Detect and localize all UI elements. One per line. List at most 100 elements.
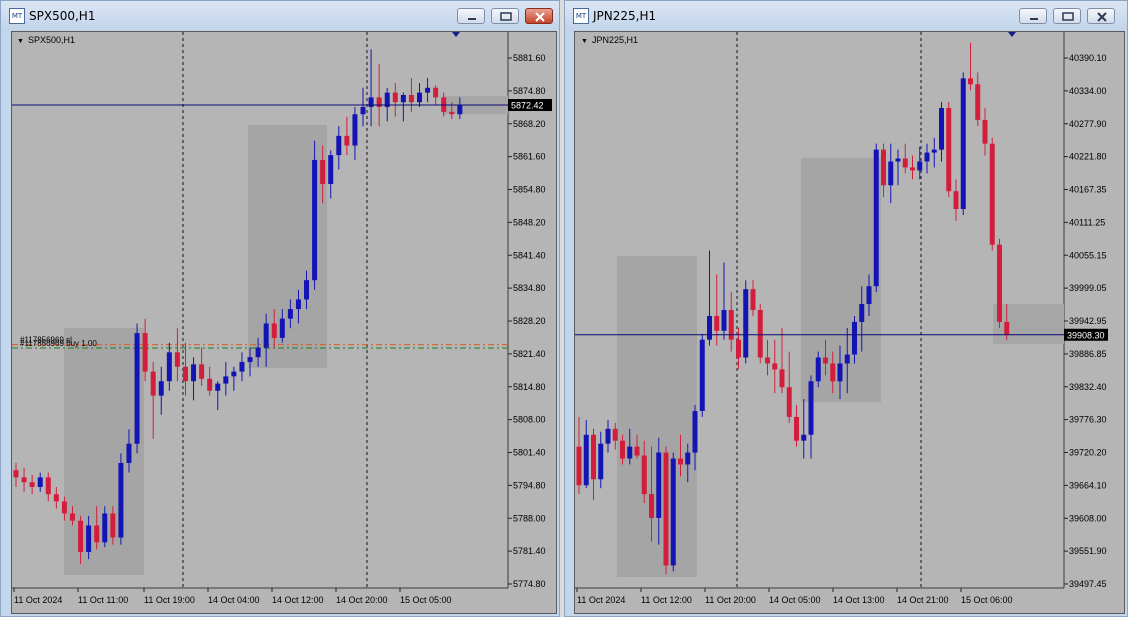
y-tick-label: 5788.00	[513, 513, 546, 523]
window-titlebar[interactable]: MT JPN225,H1	[565, 1, 1127, 31]
y-tick-label: 5781.40	[513, 546, 546, 556]
candle-body	[917, 161, 923, 171]
y-tick-label: 40334.00	[1069, 86, 1107, 96]
x-tick-label: 11 Oct 12:00	[641, 595, 692, 605]
x-tick-label: 15 Oct 05:00	[400, 595, 452, 605]
window-title: JPN225,H1	[593, 9, 657, 23]
candle-body	[866, 286, 872, 305]
y-tick-label: 40221.80	[1069, 152, 1107, 162]
x-tick-label: 11 Oct 11:00	[78, 595, 128, 605]
price-chart[interactable]: 5881.60 5874.80 5868.20 5861.60 5854.80 5848.…	[11, 31, 557, 614]
close-button[interactable]	[525, 8, 553, 24]
price-chart[interactable]: 40390.10 40334.00 40277.90 40221.80 40167.35…	[574, 31, 1125, 614]
candle-body	[376, 97, 382, 108]
candle-body	[794, 416, 799, 441]
dropdown-triangle-icon: ▼	[581, 38, 588, 45]
maximize-icon	[500, 12, 512, 21]
candle-body	[707, 315, 712, 340]
candle-body	[158, 381, 164, 396]
maximize-button[interactable]	[1053, 8, 1081, 24]
shift-marker-icon	[1008, 32, 1016, 37]
candle-body	[736, 339, 741, 358]
minimize-button[interactable]	[457, 8, 485, 24]
minimize-button[interactable]	[1019, 8, 1047, 24]
candle-body	[612, 428, 618, 441]
candle-body	[392, 92, 398, 103]
close-icon	[535, 12, 545, 22]
chart-symbol-text: SPX500,H1	[27, 35, 75, 45]
minimize-icon	[1030, 18, 1038, 20]
candle-body	[279, 318, 285, 338]
candle-body	[649, 494, 654, 518]
candle-body	[634, 446, 640, 456]
candle-body	[134, 333, 140, 444]
candle-body	[960, 78, 966, 210]
candle-body	[765, 357, 770, 364]
candle-body	[583, 434, 589, 486]
candle-body	[895, 158, 901, 162]
window-titlebar[interactable]: MT SPX500,H1	[1, 1, 559, 31]
x-tick-label: 14 Oct 20:00	[336, 595, 388, 605]
y-tick-label: 5848.20	[513, 217, 546, 227]
candle-body	[271, 323, 277, 338]
chart-symbol-label[interactable]: ▼ JPN225,H1	[581, 35, 638, 45]
candle-body	[312, 159, 318, 281]
candle-body	[997, 244, 1002, 322]
candle-body	[449, 111, 455, 115]
candle-body	[263, 323, 269, 348]
candle-body	[591, 434, 596, 480]
candle-body	[166, 352, 172, 382]
candle-body	[808, 381, 814, 435]
y-tick-label: 5801.40	[513, 448, 546, 458]
chart-symbol-label[interactable]: ▼ SPX500,H1	[17, 35, 75, 45]
candle-body	[721, 310, 727, 331]
y-tick-label: 39720.20	[1069, 448, 1107, 458]
candle-body	[231, 371, 237, 377]
candle-body	[939, 108, 944, 150]
candle-body	[247, 357, 253, 362]
candle-body	[304, 280, 310, 300]
y-tick-label: 39999.05	[1069, 283, 1107, 293]
spx500-chart-window[interactable]: MT SPX500,H1 5881.60 5874.80 5868.20 5861.6…	[0, 0, 560, 617]
x-tick-label: 14 Oct 12:00	[272, 595, 324, 605]
candle-body	[102, 513, 108, 543]
candlestick-chart-spx500: 5881.60 5874.80 5868.20 5861.60 5854.80 5848.…	[12, 32, 552, 605]
candle-body	[37, 477, 43, 487]
candle-body	[801, 434, 807, 441]
y-tick-label: 5774.80	[513, 579, 546, 589]
candle-body	[656, 452, 662, 518]
candle-body	[182, 366, 188, 382]
candle-body	[45, 477, 51, 495]
y-tick-label: 5821.40	[513, 349, 546, 359]
x-tick-label: 11 Oct 19:00	[144, 595, 195, 605]
candle-body	[779, 369, 785, 388]
maximize-icon	[1062, 12, 1074, 21]
candle-body	[69, 513, 75, 521]
candle-body	[699, 339, 705, 411]
candle-body	[743, 289, 749, 358]
candle-body	[295, 299, 301, 310]
y-tick-label: 39942.95	[1069, 316, 1107, 326]
candle-body	[598, 443, 604, 480]
candle-body	[692, 410, 698, 453]
candle-body	[830, 363, 836, 382]
maximize-button[interactable]	[491, 8, 519, 24]
candle-body	[982, 119, 988, 144]
close-button[interactable]	[1087, 8, 1115, 24]
candle-body	[110, 513, 116, 538]
session-box	[993, 304, 1064, 344]
candle-body	[118, 462, 124, 538]
close-icon	[1097, 12, 1107, 22]
candle-body	[823, 357, 828, 364]
candle-body	[605, 428, 611, 444]
y-tick-label: 40167.35	[1069, 185, 1107, 195]
candle-body	[78, 520, 84, 552]
candle-body	[1004, 321, 1010, 335]
candle-body	[344, 135, 350, 146]
jpn225-chart-window[interactable]: MT JPN225,H1 40390.10 40334.00 40277.90 402…	[564, 0, 1128, 617]
candle-body	[772, 363, 778, 370]
shift-marker-icon	[452, 32, 460, 37]
candle-body	[852, 321, 857, 355]
buy-order-label: #117856969 buy 1.00	[20, 339, 97, 348]
candle-body	[29, 482, 35, 487]
